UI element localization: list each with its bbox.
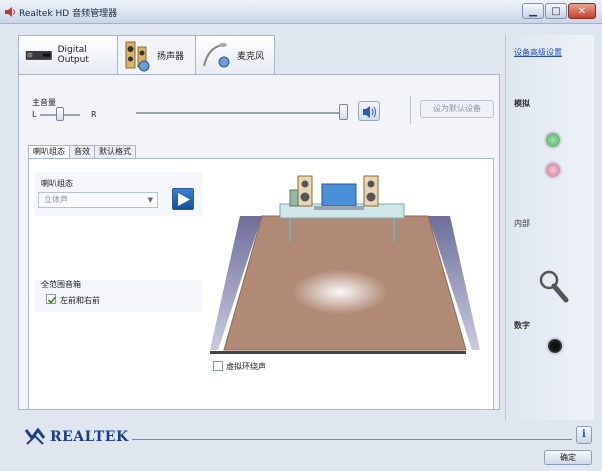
realtek-logo: REALTEK [24, 428, 129, 446]
analog-connector-icon[interactable] [538, 269, 570, 303]
tab-sound-effects[interactable]: 音效 [69, 145, 95, 158]
play-icon [178, 193, 190, 206]
ok-button[interactable]: 确定 [544, 450, 592, 465]
digital-label: 数字 [514, 321, 530, 330]
tab-speaker-config[interactable]: 喇叭组态 [28, 145, 70, 159]
title-bar: Realtek HD 音频管理器 ▁ □ ✕ [0, 0, 602, 24]
mute-button[interactable] [358, 101, 380, 121]
minimize-icon: ▁ [529, 6, 537, 17]
window-title: Realtek HD 音频管理器 [19, 9, 118, 19]
volume-slider-thumb[interactable] [339, 104, 348, 120]
speaker-config-select[interactable]: 立体声 ▼ [38, 192, 158, 208]
device-tabs: Digital Output 扬声器 麦克风 [18, 35, 275, 75]
tab-label: Digital Output [57, 45, 89, 65]
fullrange-option-label: 左前和右前 [60, 296, 100, 305]
pink-jack-icon[interactable] [544, 161, 562, 179]
set-default-device-button[interactable]: 设为默认设备 [420, 100, 494, 118]
balance-right-label: R [91, 110, 97, 119]
digital-output-icon [25, 50, 52, 60]
divider [410, 96, 411, 124]
maximize-icon: □ [551, 6, 561, 17]
brand-name: REALTEK [50, 429, 129, 445]
speaker-app-icon [5, 7, 15, 17]
tab-speakers[interactable]: 扬声器 [117, 35, 196, 75]
info-icon: i [582, 429, 586, 440]
speaker-volume-icon [363, 106, 376, 118]
tab-default-format[interactable]: 默认格式 [94, 145, 136, 158]
balance-left-label: L [32, 110, 37, 119]
minimize-button[interactable]: ▁ [522, 3, 544, 19]
tab-label: 扬声器 [157, 52, 185, 62]
speaker-config-label: 喇叭组态 [41, 179, 73, 188]
stage-base-line [210, 351, 466, 354]
checkmark-icon [47, 296, 57, 304]
speaker-room-illustration [210, 175, 480, 351]
tab-digital-output[interactable]: Digital Output [18, 35, 118, 74]
green-jack-icon[interactable] [544, 131, 562, 149]
speaker-config-value: 立体声 [44, 195, 68, 204]
fullrange-label: 全范围音箱 [41, 280, 81, 289]
close-icon: ✕ [577, 6, 587, 17]
virtual-surround-checkbox[interactable] [213, 361, 223, 371]
front-panel-label: 内部 [514, 219, 530, 228]
sub-tabs: 喇叭组态 音效 默认格式 [28, 145, 136, 159]
realtek-crab-icon [24, 428, 46, 445]
digital-jack-icon[interactable] [546, 337, 564, 355]
speakers-icon [125, 41, 150, 71]
main-volume-label: 主音量 [32, 98, 56, 107]
advanced-settings-link[interactable]: 设备高级设置 [514, 47, 562, 58]
footer-divider [132, 439, 572, 440]
tab-label: 麦克风 [237, 51, 265, 62]
balance-slider-thumb[interactable] [56, 107, 64, 121]
virtual-surround-label: 虚拟环绕声 [226, 362, 266, 371]
maximize-button[interactable]: □ [545, 3, 567, 19]
microphone-icon [203, 43, 230, 68]
chevron-down-icon: ▼ [147, 196, 153, 204]
rear-panel-label: 模拟 [514, 99, 530, 108]
close-button[interactable]: ✕ [568, 3, 596, 19]
connector-panel: 设备高级设置 模拟 内部 数字 [505, 35, 594, 420]
tab-microphone[interactable]: 麦克风 [195, 35, 275, 74]
fullrange-checkbox[interactable] [46, 294, 57, 304]
info-button[interactable]: i [576, 426, 592, 444]
play-test-button[interactable] [172, 188, 194, 210]
volume-slider-track [136, 112, 346, 114]
